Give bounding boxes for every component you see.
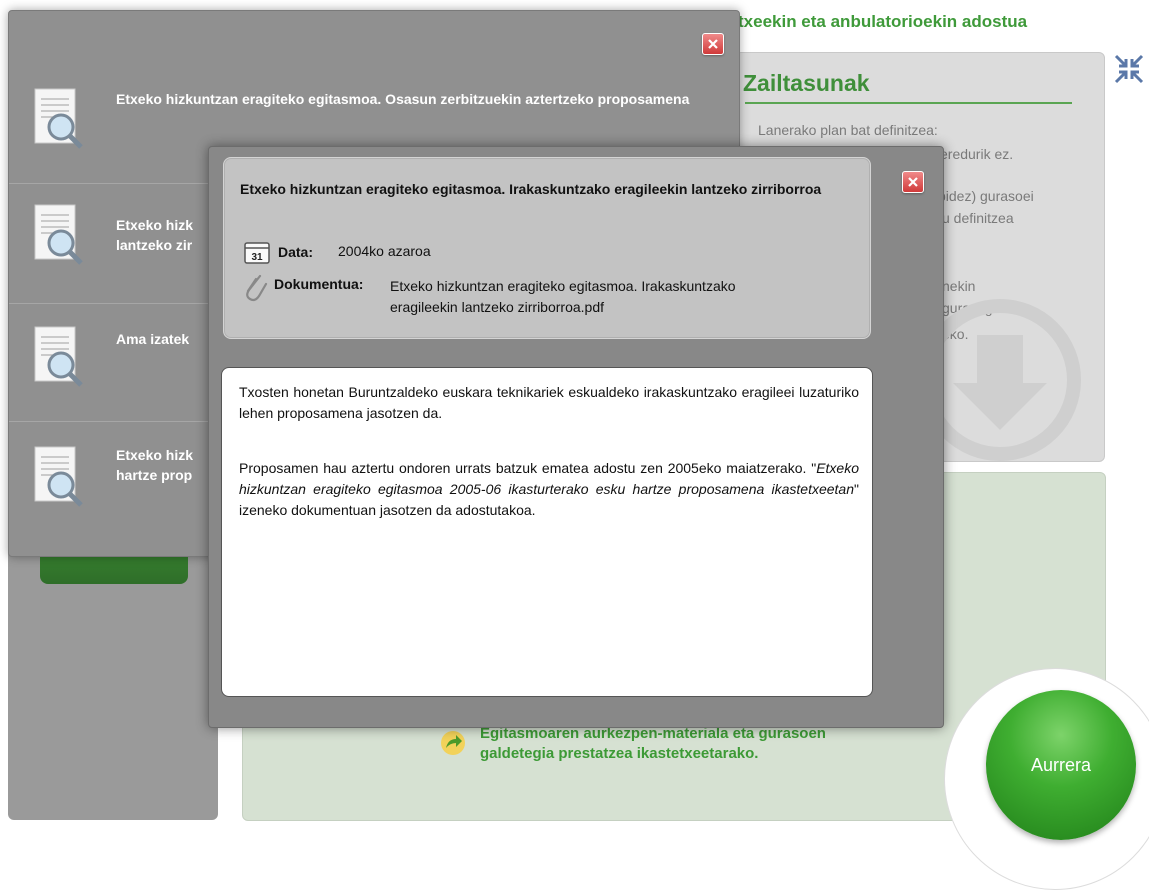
calendar-icon: 31 (244, 242, 270, 264)
next-step-link-line2: galdetegia prestatzea ikastetxeetarako. (480, 745, 759, 762)
description-paragraph: Proposamen hau aztertu ondoren urrats ba… (239, 458, 859, 521)
difficulty-text-line: Lanerako plan bat definitzea: (758, 122, 938, 138)
document-detail-title: Etxeko hizkuntzan eragiteko egitasmoa. I… (240, 181, 822, 197)
document-info-box: Etxeko hizkuntzan eragiteko egitasmoa. I… (223, 157, 871, 339)
difficulty-text-line: u definitzea (942, 210, 1014, 226)
description-paragraph: Txosten honetan Buruntzaldeko euskara te… (239, 384, 859, 421)
close-icon (908, 177, 918, 187)
close-detail-button[interactable] (902, 171, 924, 193)
document-label: Dokumentua: (274, 276, 364, 292)
date-label: Data: (278, 244, 314, 260)
document-file-line: Etxeko hizkuntzan eragiteko egitasmoa. I… (390, 278, 736, 294)
document-file-link[interactable]: Etxeko hizkuntzan eragiteko egitasmoa. I… (390, 276, 736, 318)
paperclip-icon (246, 274, 268, 302)
document-search-icon (34, 204, 83, 265)
difficulty-text-line: eredurik ez. (940, 146, 1014, 162)
close-list-button[interactable] (702, 33, 724, 55)
arrow-link-icon (441, 731, 465, 755)
difficulty-text-line: pidez) gurasoei (938, 188, 1034, 204)
difficulties-title: Zailtasunak (743, 70, 870, 96)
next-step-link[interactable]: Egitasmoaren aurkezpen-materiala eta gur… (480, 724, 826, 764)
document-file-line: eragileekin lantzeko zirriborroa.pdf (390, 299, 604, 315)
description-text: Proposamen hau aztertu ondoren urrats ba… (239, 460, 817, 476)
next-button[interactable]: Aurrera (986, 690, 1136, 840)
title-divider (745, 102, 1072, 104)
close-icon (708, 39, 718, 49)
date-value: 2004ko azaroa (338, 243, 431, 259)
document-search-icon (34, 446, 83, 507)
document-search-icon (34, 88, 83, 149)
document-description: Txosten honetan Buruntzaldeko euskara te… (221, 367, 873, 697)
difficulty-text-line: nekin (942, 278, 976, 294)
calendar-day: 31 (251, 252, 263, 263)
document-detail-modal: Etxeko hizkuntzan eragiteko egitasmoa. I… (208, 146, 944, 728)
document-search-icon (34, 326, 83, 387)
page-header-fragment: txeekin eta anbulatorioekin adostua (738, 12, 1028, 31)
document-title: Etxeko hizkuntzan eragiteko egitasmoa. O… (116, 91, 690, 107)
collapse-icon[interactable] (1114, 54, 1144, 84)
